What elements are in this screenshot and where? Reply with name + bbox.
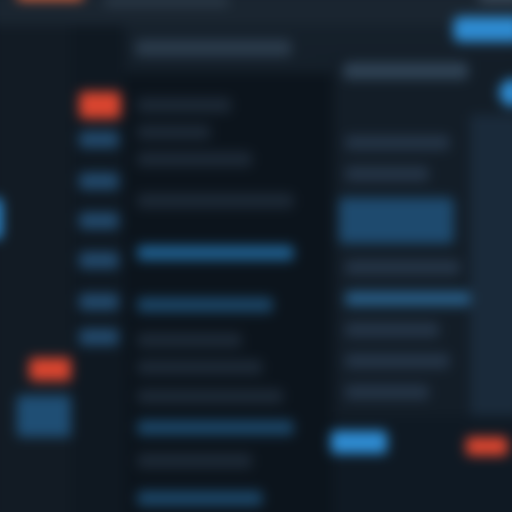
window-controls[interactable] [478,0,512,3]
side-panel-row[interactable] [345,135,450,150]
side-panel-row[interactable] [345,384,429,400]
code-line[interactable] [137,420,294,435]
code-line[interactable] [137,360,263,375]
title-area [104,0,229,7]
code-line[interactable] [137,389,284,404]
code-line[interactable] [137,245,294,261]
application-window [0,0,512,512]
code-line[interactable] [137,97,232,113]
code-line[interactable] [137,124,211,140]
file-icon[interactable] [79,293,119,311]
top-bar [0,0,512,26]
side-panel-selected-row[interactable] [339,197,454,244]
file-icon[interactable] [79,131,119,148]
code-line[interactable] [137,297,273,313]
editor-tab[interactable] [135,39,292,57]
side-panel-row[interactable] [345,166,429,182]
code-line[interactable] [137,152,252,167]
rail-active-indicator[interactable] [0,197,3,240]
side-panel-row[interactable] [345,353,450,369]
code-line[interactable] [137,453,252,469]
file-icon[interactable] [79,251,119,269]
code-line[interactable] [137,491,263,506]
activity-bar [0,25,71,512]
file-icon[interactable] [79,328,119,346]
explorer-active-file[interactable] [79,91,121,119]
side-panel-scroll-column [470,114,512,427]
code-line[interactable] [137,332,242,348]
status-chip[interactable] [330,430,388,454]
side-panel-row[interactable] [345,291,471,306]
side-panel-row[interactable] [345,322,440,338]
status-alert-badge[interactable] [466,436,508,456]
file-icon[interactable] [79,212,119,229]
code-line[interactable] [137,193,294,209]
side-panel-header [343,62,469,80]
settings-icon[interactable] [453,16,512,42]
side-panel-row[interactable] [345,260,460,275]
file-icon[interactable] [79,172,119,190]
